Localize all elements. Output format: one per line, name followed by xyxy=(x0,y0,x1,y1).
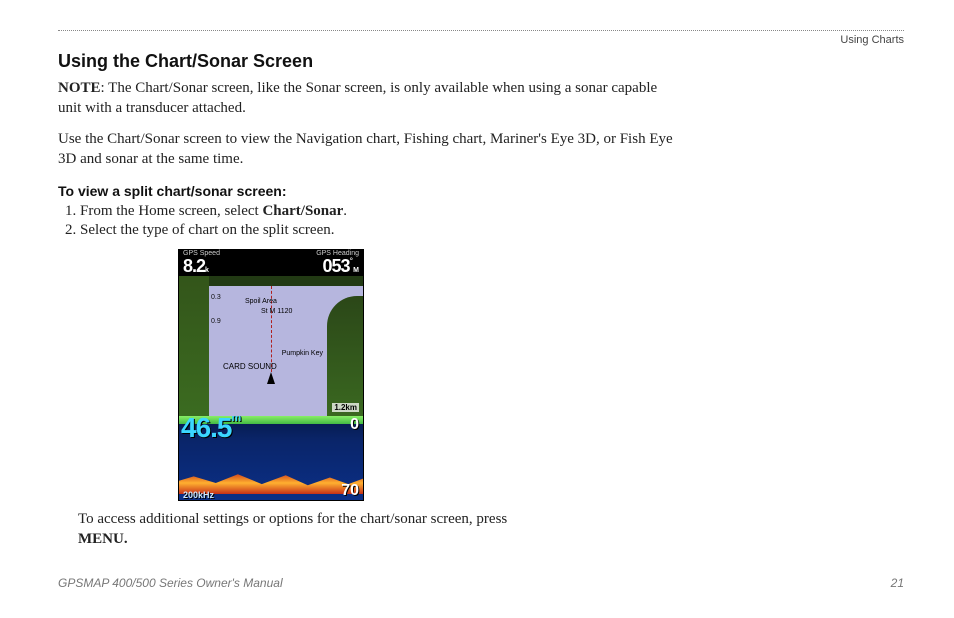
land-mass-right xyxy=(327,296,363,416)
top-rule xyxy=(58,30,904,31)
gps-heading-unit: M xyxy=(353,267,359,274)
note-paragraph: NOTE: The Chart/Sonar screen, like the S… xyxy=(58,78,678,119)
step-1-pre: From the Home screen, select xyxy=(80,203,262,219)
gps-speed-block: GPS Speed 8.2k xyxy=(183,250,220,276)
manual-page: Using Charts Using the Chart/Sonar Scree… xyxy=(0,0,954,618)
land-mass-left xyxy=(179,276,209,416)
sonar-pane: 46.5m 0 70 200kHz xyxy=(179,416,363,500)
gps-speed-value: 8.2 xyxy=(183,256,205,276)
figure: GPS Speed 8.2k GPS Heading 053°M 0.3 0.9… xyxy=(178,249,904,501)
sonar-depth-readout: 46.5m xyxy=(181,416,240,444)
sonar-scale-top: 0 xyxy=(350,416,359,434)
boat-icon xyxy=(267,372,275,384)
device-screenshot: GPS Speed 8.2k GPS Heading 053°M 0.3 0.9… xyxy=(178,249,364,501)
gps-speed-unit: k xyxy=(205,267,209,274)
chart-scale: 1.2km xyxy=(332,403,359,412)
step-1-strong: Chart/Sonar xyxy=(262,203,343,219)
depth-mark-03: 0.3 xyxy=(211,294,221,301)
sonar-depth-value: 46.5 xyxy=(181,416,232,443)
note-label: NOTE xyxy=(58,80,101,96)
step-2: Select the type of chart on the split sc… xyxy=(80,222,904,239)
chart-label-stm: St M 1120 xyxy=(261,308,292,315)
footer-manual-title: GPSMAP 400/500 Series Owner's Manual xyxy=(58,576,283,590)
step-1: From the Home screen, select Chart/Sonar… xyxy=(80,203,904,220)
section-header: Using Charts xyxy=(840,34,904,46)
page-footer: GPSMAP 400/500 Series Owner's Manual 21 xyxy=(58,576,904,590)
intro-paragraph: Use the Chart/Sonar screen to view the N… xyxy=(58,129,678,170)
step-1-post: . xyxy=(343,203,347,219)
footer-page-number: 21 xyxy=(891,576,904,590)
note-text: : The Chart/Sonar screen, like the Sonar… xyxy=(58,80,657,116)
chart-pane: 0.3 0.9 Spoil Area St M 1120 Pumpkin Key… xyxy=(179,276,363,416)
caption-strong: MENU. xyxy=(78,531,128,547)
gps-heading-block: GPS Heading 053°M xyxy=(316,250,359,276)
sonar-frequency: 200kHz xyxy=(183,490,214,500)
chart-label-pumpkin: Pumpkin Key xyxy=(282,350,323,357)
chart-label-spoil: Spoil Area xyxy=(245,298,277,305)
figure-caption: To access additional settings or options… xyxy=(78,509,698,550)
depth-mark-09: 0.9 xyxy=(211,318,221,325)
device-status-bar: GPS Speed 8.2k GPS Heading 053°M xyxy=(179,250,363,276)
sonar-depth-unit: m xyxy=(232,416,241,424)
caption-pre: To access additional settings or options… xyxy=(78,511,507,527)
procedure-heading: To view a split chart/sonar screen: xyxy=(58,183,904,199)
chart-label-cardsound: CARD SOUND xyxy=(223,362,277,371)
gps-heading-value: 053 xyxy=(323,256,350,276)
procedure-steps: From the Home screen, select Chart/Sonar… xyxy=(58,203,904,239)
page-title: Using the Chart/Sonar Screen xyxy=(58,51,904,72)
sonar-scale-bottom: 70 xyxy=(341,482,359,500)
